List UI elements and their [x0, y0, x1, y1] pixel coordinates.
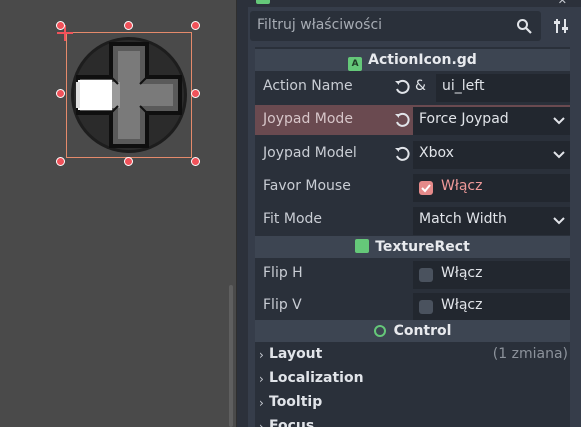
search-icon[interactable]: [516, 18, 532, 34]
favor-mouse-check-label: Włącz: [441, 178, 483, 194]
scene-viewport[interactable]: [0, 0, 237, 427]
favor-mouse-checkbox[interactable]: Włącz: [413, 174, 570, 202]
control-icon: [373, 325, 386, 337]
resize-handle-top-right[interactable]: [191, 21, 200, 30]
section-focus[interactable]: › Focus: [255, 416, 570, 427]
prop-flip-h-label: Flip H: [263, 265, 303, 281]
category-texture-rect-label: TextureRect: [375, 239, 470, 255]
selection-rect[interactable]: [66, 32, 192, 158]
prop-flip-h[interactable]: Flip H Włącz: [255, 259, 570, 289]
flip-h-checkbox[interactable]: Włącz: [413, 261, 570, 289]
close-icon[interactable]: ✕: [558, 0, 567, 7]
section-focus-label: Focus: [269, 418, 315, 427]
section-localization-label: Localization: [269, 370, 364, 386]
inspector-top-strip: ✕: [248, 0, 581, 7]
prop-joypad-model[interactable]: Joypad Model Xbox: [255, 139, 570, 169]
checkbox-unchecked-icon[interactable]: [419, 268, 433, 282]
section-tooltip[interactable]: › Tooltip: [255, 392, 570, 416]
section-tooltip-label: Tooltip: [269, 394, 323, 410]
tools-icon[interactable]: [548, 11, 574, 41]
fit-mode-dropdown[interactable]: Match Width: [413, 207, 570, 235]
action-name-input[interactable]: ui_left: [436, 74, 570, 102]
prop-flip-v-label: Flip V: [263, 297, 302, 313]
checkbox-checked-icon[interactable]: [419, 181, 433, 195]
flip-v-check-label: Włącz: [441, 297, 483, 313]
resize-handle-bottom[interactable]: [124, 157, 133, 166]
flip-h-check-label: Włącz: [441, 265, 483, 281]
texture-rect-icon: [355, 239, 370, 253]
section-layout-label: Layout: [269, 346, 323, 362]
script-icon: A: [348, 57, 363, 71]
stringname-prefix: &: [415, 78, 426, 94]
action-name-value: ui_left: [442, 78, 485, 94]
category-texture-rect[interactable]: TextureRect: [255, 236, 570, 258]
prop-action-name[interactable]: Action Name & ui_left: [255, 72, 570, 102]
prop-joypad-model-label: Joypad Model: [263, 145, 357, 161]
revert-icon[interactable]: [393, 78, 411, 96]
chevron-right-icon: ›: [259, 420, 264, 427]
chevron-down-icon: [553, 217, 565, 225]
category-control[interactable]: Control: [255, 320, 570, 342]
viewport-scrollbar[interactable]: [229, 285, 233, 427]
resize-handle-left[interactable]: [56, 89, 65, 98]
revert-icon[interactable]: [393, 145, 411, 163]
prop-favor-mouse-label: Favor Mouse: [263, 178, 351, 194]
resize-handle-bottom-right[interactable]: [191, 157, 200, 166]
resize-handle-top[interactable]: [124, 21, 133, 30]
checkbox-unchecked-icon[interactable]: [419, 300, 433, 314]
chevron-down-icon: [553, 151, 565, 159]
prop-fit-mode[interactable]: Fit Mode Match Width: [255, 205, 570, 235]
prop-joypad-mode-label: Joypad Mode: [263, 111, 353, 127]
panel-divider[interactable]: [237, 0, 248, 427]
category-control-label: Control: [393, 323, 452, 339]
section-layout-changes: (1 zmiana): [492, 346, 568, 362]
flip-v-checkbox[interactable]: Włącz: [413, 293, 570, 321]
chevron-down-icon: [553, 117, 565, 125]
prop-flip-v[interactable]: Flip V Włącz: [255, 291, 570, 321]
category-script[interactable]: A ActionIcon.gd: [255, 49, 570, 71]
joypad-mode-dropdown[interactable]: Force Joypad: [413, 107, 570, 135]
joypad-mode-value: Force Joypad: [419, 111, 509, 127]
chevron-right-icon: ›: [259, 372, 264, 386]
prop-favor-mouse[interactable]: Favor Mouse Włącz: [255, 172, 570, 202]
joypad-model-value: Xbox: [419, 145, 454, 161]
resize-handle-bottom-left[interactable]: [56, 157, 65, 166]
revert-icon[interactable]: [393, 111, 411, 129]
category-script-label: ActionIcon.gd: [368, 52, 477, 68]
top-green-button[interactable]: [256, 0, 270, 4]
property-list: A ActionIcon.gd Action Name & ui_left Joy…: [255, 47, 570, 427]
prop-joypad-mode[interactable]: Joypad Mode Force Joypad: [255, 105, 570, 135]
prop-fit-mode-label: Fit Mode: [263, 211, 323, 227]
resize-handle-top-left[interactable]: [56, 21, 65, 30]
chevron-right-icon: ›: [259, 396, 264, 410]
filter-properties-field[interactable]: Filtruj właściwości: [250, 11, 541, 41]
inspector-panel: ✕ Filtruj właściwości A ActionIcon.gd Act…: [248, 0, 581, 427]
chevron-right-icon: ›: [259, 348, 264, 362]
filter-placeholder: Filtruj właściwości: [257, 17, 383, 33]
section-layout[interactable]: › Layout (1 zmiana): [255, 344, 570, 368]
section-localization[interactable]: › Localization: [255, 368, 570, 392]
joypad-model-dropdown[interactable]: Xbox: [413, 141, 570, 169]
resize-handle-right[interactable]: [191, 89, 200, 98]
fit-mode-value: Match Width: [419, 211, 507, 227]
prop-action-name-label: Action Name: [263, 78, 353, 94]
